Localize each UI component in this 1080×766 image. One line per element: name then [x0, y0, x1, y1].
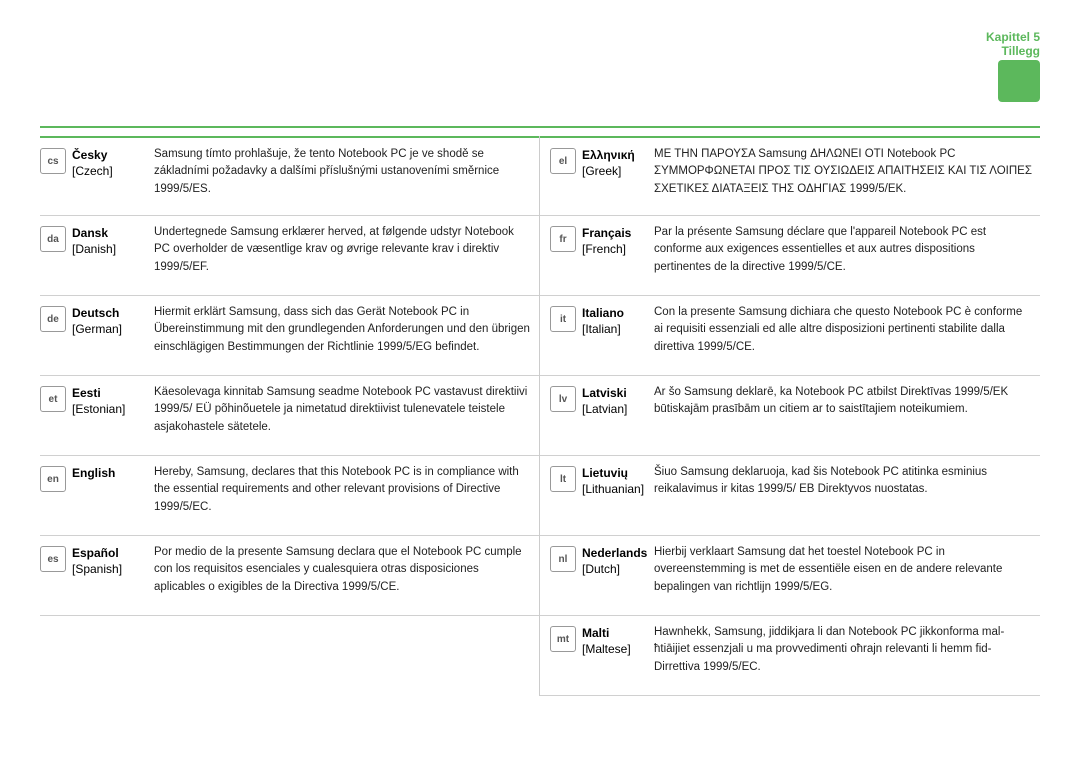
table-row: esEspañol[Spanish]Por medio de la presen… — [40, 536, 539, 616]
table-row: mtMalti[Maltese]Hawnhekk, Samsung, jiddi… — [540, 616, 1040, 696]
desc-cell: Hierbij verklaart Samsung dat het toeste… — [650, 536, 1040, 615]
lang-icon: lt — [550, 466, 576, 492]
desc-cell: ΜΕ ΤΗΝ ΠΑΡΟΥΣΑ Samsung ΔΗΛΩΝΕΙ ΟΤΙ Noteb… — [650, 138, 1040, 215]
lang-cell: csČesky[Czech] — [40, 138, 150, 215]
lang-name: Latviski[Latvian] — [582, 384, 627, 417]
table-row: frFrançais[French]Par la présente Samsun… — [540, 216, 1040, 296]
lang-cell: nlNederlands[Dutch] — [540, 536, 650, 615]
table-row: elΕλληνική[Greek]ΜΕ ΤΗΝ ΠΑΡΟΥΣΑ Samsung … — [540, 136, 1040, 216]
lang-icon: en — [40, 466, 66, 492]
table-row: ltLietuvių[Lithuanian]Šiuo Samsung dekla… — [540, 456, 1040, 536]
table-row: en English Hereby, Samsung, declares that … — [40, 456, 539, 536]
lang-cell: esEspañol[Spanish] — [40, 536, 150, 615]
lang-cell: etEesti[Estonian] — [40, 376, 150, 455]
lang-name: Español[Spanish] — [72, 544, 122, 577]
lang-cell: ltLietuvių[Lithuanian] — [540, 456, 650, 535]
lang-name: Eesti[Estonian] — [72, 384, 125, 417]
lang-icon: it — [550, 306, 576, 332]
lang-name: Français[French] — [582, 224, 631, 257]
lang-name: Dansk[Danish] — [72, 224, 116, 257]
lang-name: Lietuvių[Lithuanian] — [582, 464, 644, 497]
page-header: Kapittel 5Tillegg — [40, 30, 1040, 102]
lang-cell: frFrançais[French] — [540, 216, 650, 295]
chapter-badge: Kapittel 5Tillegg — [986, 30, 1040, 102]
desc-cell: Con la presente Samsung dichiara che que… — [650, 296, 1040, 375]
table-row: etEesti[Estonian]Käesolevaga kinnitab Sa… — [40, 376, 539, 456]
lang-name: English — [72, 464, 115, 482]
table-row: csČesky[Czech]Samsung tímto prohlašuje, … — [40, 136, 539, 216]
lang-name: Deutsch[German] — [72, 304, 122, 337]
desc-cell: Par la présente Samsung déclare que l'ap… — [650, 216, 1040, 295]
lang-icon: da — [40, 226, 66, 252]
lang-cell: mtMalti[Maltese] — [540, 616, 650, 695]
lang-icon: el — [550, 148, 576, 174]
lang-name: Nederlands[Dutch] — [582, 544, 647, 577]
section-title — [40, 122, 1040, 128]
chapter-label-text: Kapittel 5Tillegg — [986, 30, 1040, 58]
lang-icon: fr — [550, 226, 576, 252]
table-row: lvLatviski[Latvian]Ar šo Samsung deklarē… — [540, 376, 1040, 456]
desc-cell: Undertegnede Samsung erklærer herved, at… — [150, 216, 539, 295]
chapter-label: Kapittel 5Tillegg — [986, 30, 1040, 58]
page-number-badge — [998, 60, 1040, 102]
lang-icon: et — [40, 386, 66, 412]
lang-name: Ελληνική[Greek] — [582, 146, 635, 179]
desc-cell: Šiuo Samsung deklaruoja, kad šis Noteboo… — [650, 456, 1040, 535]
desc-cell: Hiermit erklärt Samsung, dass sich das G… — [150, 296, 539, 375]
lang-cell: itItaliano[Italian] — [540, 296, 650, 375]
lang-name: Malti[Maltese] — [582, 624, 631, 657]
table-row: nlNederlands[Dutch]Hierbij verklaart Sam… — [540, 536, 1040, 616]
desc-cell: Hereby, Samsung, declares that this Note… — [150, 456, 539, 535]
desc-cell: Hawnhekk, Samsung, jiddikjara li dan Not… — [650, 616, 1040, 695]
lang-icon: lv — [550, 386, 576, 412]
desc-cell: Samsung tímto prohlašuje, že tento Noteb… — [150, 138, 539, 215]
lang-name: Česky[Czech] — [72, 146, 113, 179]
desc-cell: Käesolevaga kinnitab Samsung seadme Note… — [150, 376, 539, 455]
lang-cell: lvLatviski[Latvian] — [540, 376, 650, 455]
lang-icon: mt — [550, 626, 576, 652]
lang-name: Italiano[Italian] — [582, 304, 624, 337]
page-container: Kapittel 5Tillegg csČesky[Czech]Samsung … — [0, 0, 1080, 766]
desc-cell: Ar šo Samsung deklarē, ka Notebook PC at… — [650, 376, 1040, 455]
table-row: daDansk[Danish]Undertegnede Samsung erkl… — [40, 216, 539, 296]
lang-icon: cs — [40, 148, 66, 174]
desc-cell: Por medio de la presente Samsung declara… — [150, 536, 539, 615]
lang-cell: elΕλληνική[Greek] — [540, 138, 650, 215]
table-row: itItaliano[Italian]Con la presente Samsu… — [540, 296, 1040, 376]
lang-icon: nl — [550, 546, 576, 572]
lang-cell: daDansk[Danish] — [40, 216, 150, 295]
left-column: csČesky[Czech]Samsung tímto prohlašuje, … — [40, 136, 540, 696]
lang-icon: de — [40, 306, 66, 332]
table-row: deDeutsch[German]Hiermit erklärt Samsung… — [40, 296, 539, 376]
lang-icon: es — [40, 546, 66, 572]
lang-cell: en English — [40, 456, 150, 535]
main-content: csČesky[Czech]Samsung tímto prohlašuje, … — [40, 136, 1040, 696]
right-column: elΕλληνική[Greek]ΜΕ ΤΗΝ ΠΑΡΟΥΣΑ Samsung … — [540, 136, 1040, 696]
lang-cell: deDeutsch[German] — [40, 296, 150, 375]
